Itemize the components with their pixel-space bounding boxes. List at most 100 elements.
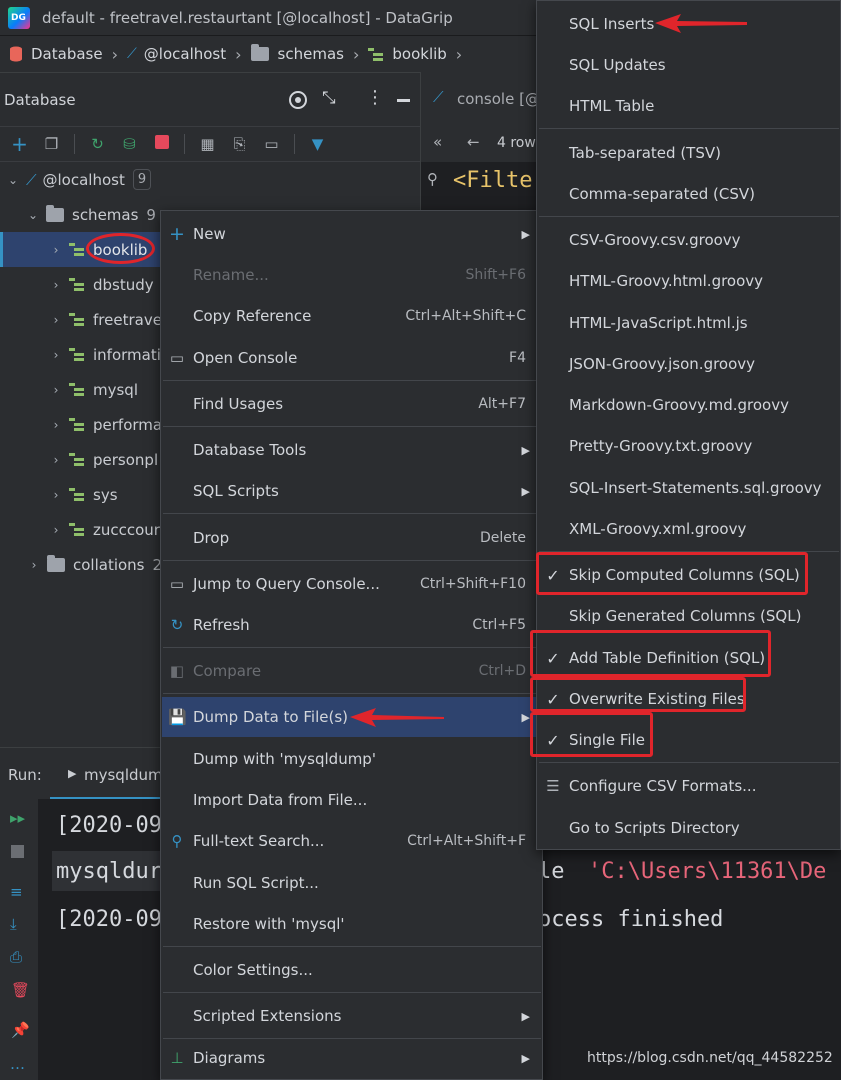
- submenu-item-label: Pretty-Groovy.txt.groovy: [569, 437, 753, 455]
- rerun-icon[interactable]: ▸▸: [10, 809, 25, 827]
- submenu-item-html-table[interactable]: HTML Table: [538, 86, 840, 126]
- minimize-icon[interactable]: [397, 99, 410, 102]
- table-icon[interactable]: ▦: [198, 135, 217, 154]
- menu-separator: [163, 693, 541, 694]
- menu-item-open-console[interactable]: ▭ Open Console F4: [162, 338, 542, 378]
- more-icon[interactable]: …: [10, 1055, 25, 1073]
- tree-node-host[interactable]: ⌄ ⟋ @localhost 9: [0, 162, 420, 197]
- submenu-item-pretty-groovy[interactable]: Pretty-Groovy.txt.groovy: [538, 426, 840, 466]
- menu-item-shortcut: Ctrl+Shift+F10: [419, 576, 526, 592]
- double-chevron-left-icon[interactable]: «: [433, 133, 442, 151]
- console-icon: ▭: [169, 575, 185, 593]
- stop-icon[interactable]: [11, 845, 24, 858]
- chevron-right-icon: ›: [53, 487, 59, 502]
- tree-node-label: sys: [93, 485, 118, 504]
- menu-item-refresh[interactable]: ↻ Refresh Ctrl+F5: [162, 605, 542, 645]
- menu-item-full-text-search[interactable]: ⚲ Full-text Search... Ctrl+Alt+Shift+F: [162, 821, 542, 861]
- submenu-arrow-icon: ▶: [521, 1009, 530, 1023]
- submenu-item-label: SQL-Insert-Statements.sql.groovy: [569, 479, 822, 497]
- stop-icon[interactable]: [152, 134, 171, 154]
- submenu-item-csv-groovy[interactable]: CSV-Groovy.csv.groovy: [538, 220, 840, 260]
- add-icon[interactable]: +: [10, 134, 29, 154]
- menu-item-new[interactable]: + New ▶: [162, 214, 542, 254]
- scroll-to-end-icon[interactable]: ⤓: [10, 915, 17, 933]
- toolbar-divider: [74, 134, 75, 154]
- menu-item-jump-to-console[interactable]: ▭ Jump to Query Console... Ctrl+Shift+F1…: [162, 564, 542, 604]
- print-icon[interactable]: ⎙: [10, 948, 22, 966]
- menu-item-scripted-extensions[interactable]: Scripted Extensions ▶: [162, 996, 542, 1036]
- menu-item-run-sql-script[interactable]: Run SQL Script...: [162, 863, 542, 903]
- count-badge: 9: [132, 169, 152, 190]
- submenu-item-tsv[interactable]: Tab-separated (TSV): [538, 133, 840, 173]
- edit-source-icon[interactable]: ⎘: [230, 135, 249, 154]
- submenu-item-json-groovy[interactable]: JSON-Groovy.json.groovy: [538, 344, 840, 384]
- schema-icon: [69, 312, 86, 327]
- editor-tab-console[interactable]: console [@: [457, 90, 540, 108]
- schema-icon: [69, 452, 86, 467]
- menu-item-shortcut: F4: [509, 350, 526, 366]
- run-tab[interactable]: mysqldum: [84, 766, 163, 784]
- submenu-item-label: HTML Table: [569, 97, 655, 115]
- menu-item-restore-with-mysql[interactable]: Restore with 'mysql': [162, 904, 542, 944]
- menu-item-label: Import Data from File...: [193, 791, 368, 809]
- menu-item-dump-with-mysqldump[interactable]: Dump with 'mysqldump': [162, 739, 542, 779]
- submenu-item-csv[interactable]: Comma-separated (CSV): [538, 174, 840, 214]
- app-logo-icon: DG: [8, 7, 30, 29]
- trash-icon[interactable]: 🗑: [11, 981, 30, 999]
- menu-item-import-data[interactable]: Import Data from File...: [162, 780, 542, 820]
- pin-icon[interactable]: 📌: [11, 1021, 30, 1039]
- soft-wrap-icon[interactable]: ≡: [10, 883, 23, 901]
- submenu-arrow-icon: ▶: [521, 443, 530, 457]
- window-title: default - freetravel.restaurtant [@local…: [42, 9, 453, 27]
- more-options-icon[interactable]: ⋮: [366, 87, 384, 108]
- mysql-dolphin-icon: ⟋: [26, 170, 37, 189]
- menu-separator: [539, 216, 839, 217]
- menu-item-copy-reference[interactable]: Copy Reference Ctrl+Alt+Shift+C: [162, 296, 542, 336]
- target-icon[interactable]: [289, 91, 307, 109]
- menu-item-sql-scripts[interactable]: SQL Scripts ▶: [162, 471, 542, 511]
- menu-item-shortcut: Ctrl+F5: [472, 617, 526, 633]
- menu-separator: [163, 426, 541, 427]
- menu-item-shortcut: Ctrl+Alt+Shift+C: [405, 308, 526, 324]
- submenu-item-go-to-scripts-directory[interactable]: Go to Scripts Directory: [538, 808, 840, 848]
- menu-item-shortcut: Ctrl+D: [478, 663, 526, 679]
- submenu-item-xml-groovy[interactable]: XML-Groovy.xml.groovy: [538, 509, 840, 549]
- tree-node-label: freetrave: [93, 310, 162, 329]
- breadcrumb-item-database[interactable]: Database: [31, 45, 103, 63]
- filter-input[interactable]: <Filte: [453, 168, 532, 193]
- chevron-right-icon: ›: [53, 312, 59, 327]
- menu-item-shortcut: Ctrl+Alt+Shift+F: [407, 833, 526, 849]
- breadcrumb-item-schemas[interactable]: schemas: [278, 45, 344, 63]
- breadcrumb-item-booklib[interactable]: booklib: [392, 45, 446, 63]
- collapse-icon[interactable]: ⤡: [322, 88, 336, 108]
- breadcrumb-item-host[interactable]: @localhost: [144, 45, 226, 63]
- output-path: 'C:\Users\11361\De: [588, 859, 827, 884]
- filter-icon[interactable]: ▼: [308, 135, 327, 154]
- submenu-item-configure-csv-formats[interactable]: ☰ Configure CSV Formats...: [538, 766, 840, 806]
- menu-item-find-usages[interactable]: Find Usages Alt+F7: [162, 384, 542, 424]
- menu-item-drop[interactable]: Drop Delete: [162, 518, 542, 558]
- menu-item-color-settings[interactable]: Color Settings...: [162, 950, 542, 990]
- submenu-item-label: Markdown-Groovy.md.groovy: [569, 396, 789, 414]
- folder-icon: [47, 554, 65, 572]
- annotation-ellipse: [86, 233, 155, 264]
- menu-item-label: Refresh: [193, 616, 250, 634]
- search-icon: ⚲: [171, 832, 183, 850]
- submenu-item-sql-insert-statements[interactable]: SQL-Insert-Statements.sql.groovy: [538, 468, 840, 508]
- submenu-item-label: SQL Updates: [569, 56, 666, 74]
- output-text: ocess finished: [538, 907, 724, 932]
- chevron-right-icon: ›: [352, 44, 360, 64]
- submenu-item-html-groovy[interactable]: HTML-Groovy.html.groovy: [538, 261, 840, 301]
- folder-icon: [250, 44, 269, 61]
- menu-item-diagrams[interactable]: ⊥ Diagrams ▶: [162, 1038, 542, 1078]
- submenu-item-markdown-groovy[interactable]: Markdown-Groovy.md.groovy: [538, 385, 840, 425]
- arrow-left-icon[interactable]: ←: [467, 133, 480, 151]
- refresh-icon[interactable]: ↻: [88, 135, 107, 154]
- schema-sync-icon[interactable]: ⛁: [120, 135, 139, 154]
- annotation-arrow: [655, 14, 747, 33]
- menu-item-database-tools[interactable]: Database Tools ▶: [162, 430, 542, 470]
- copy-icon[interactable]: ❐: [42, 135, 61, 154]
- submenu-item-sql-updates[interactable]: SQL Updates: [538, 45, 840, 85]
- console-icon[interactable]: ▭: [262, 135, 281, 154]
- submenu-item-html-javascript[interactable]: HTML-JavaScript.html.js: [538, 303, 840, 343]
